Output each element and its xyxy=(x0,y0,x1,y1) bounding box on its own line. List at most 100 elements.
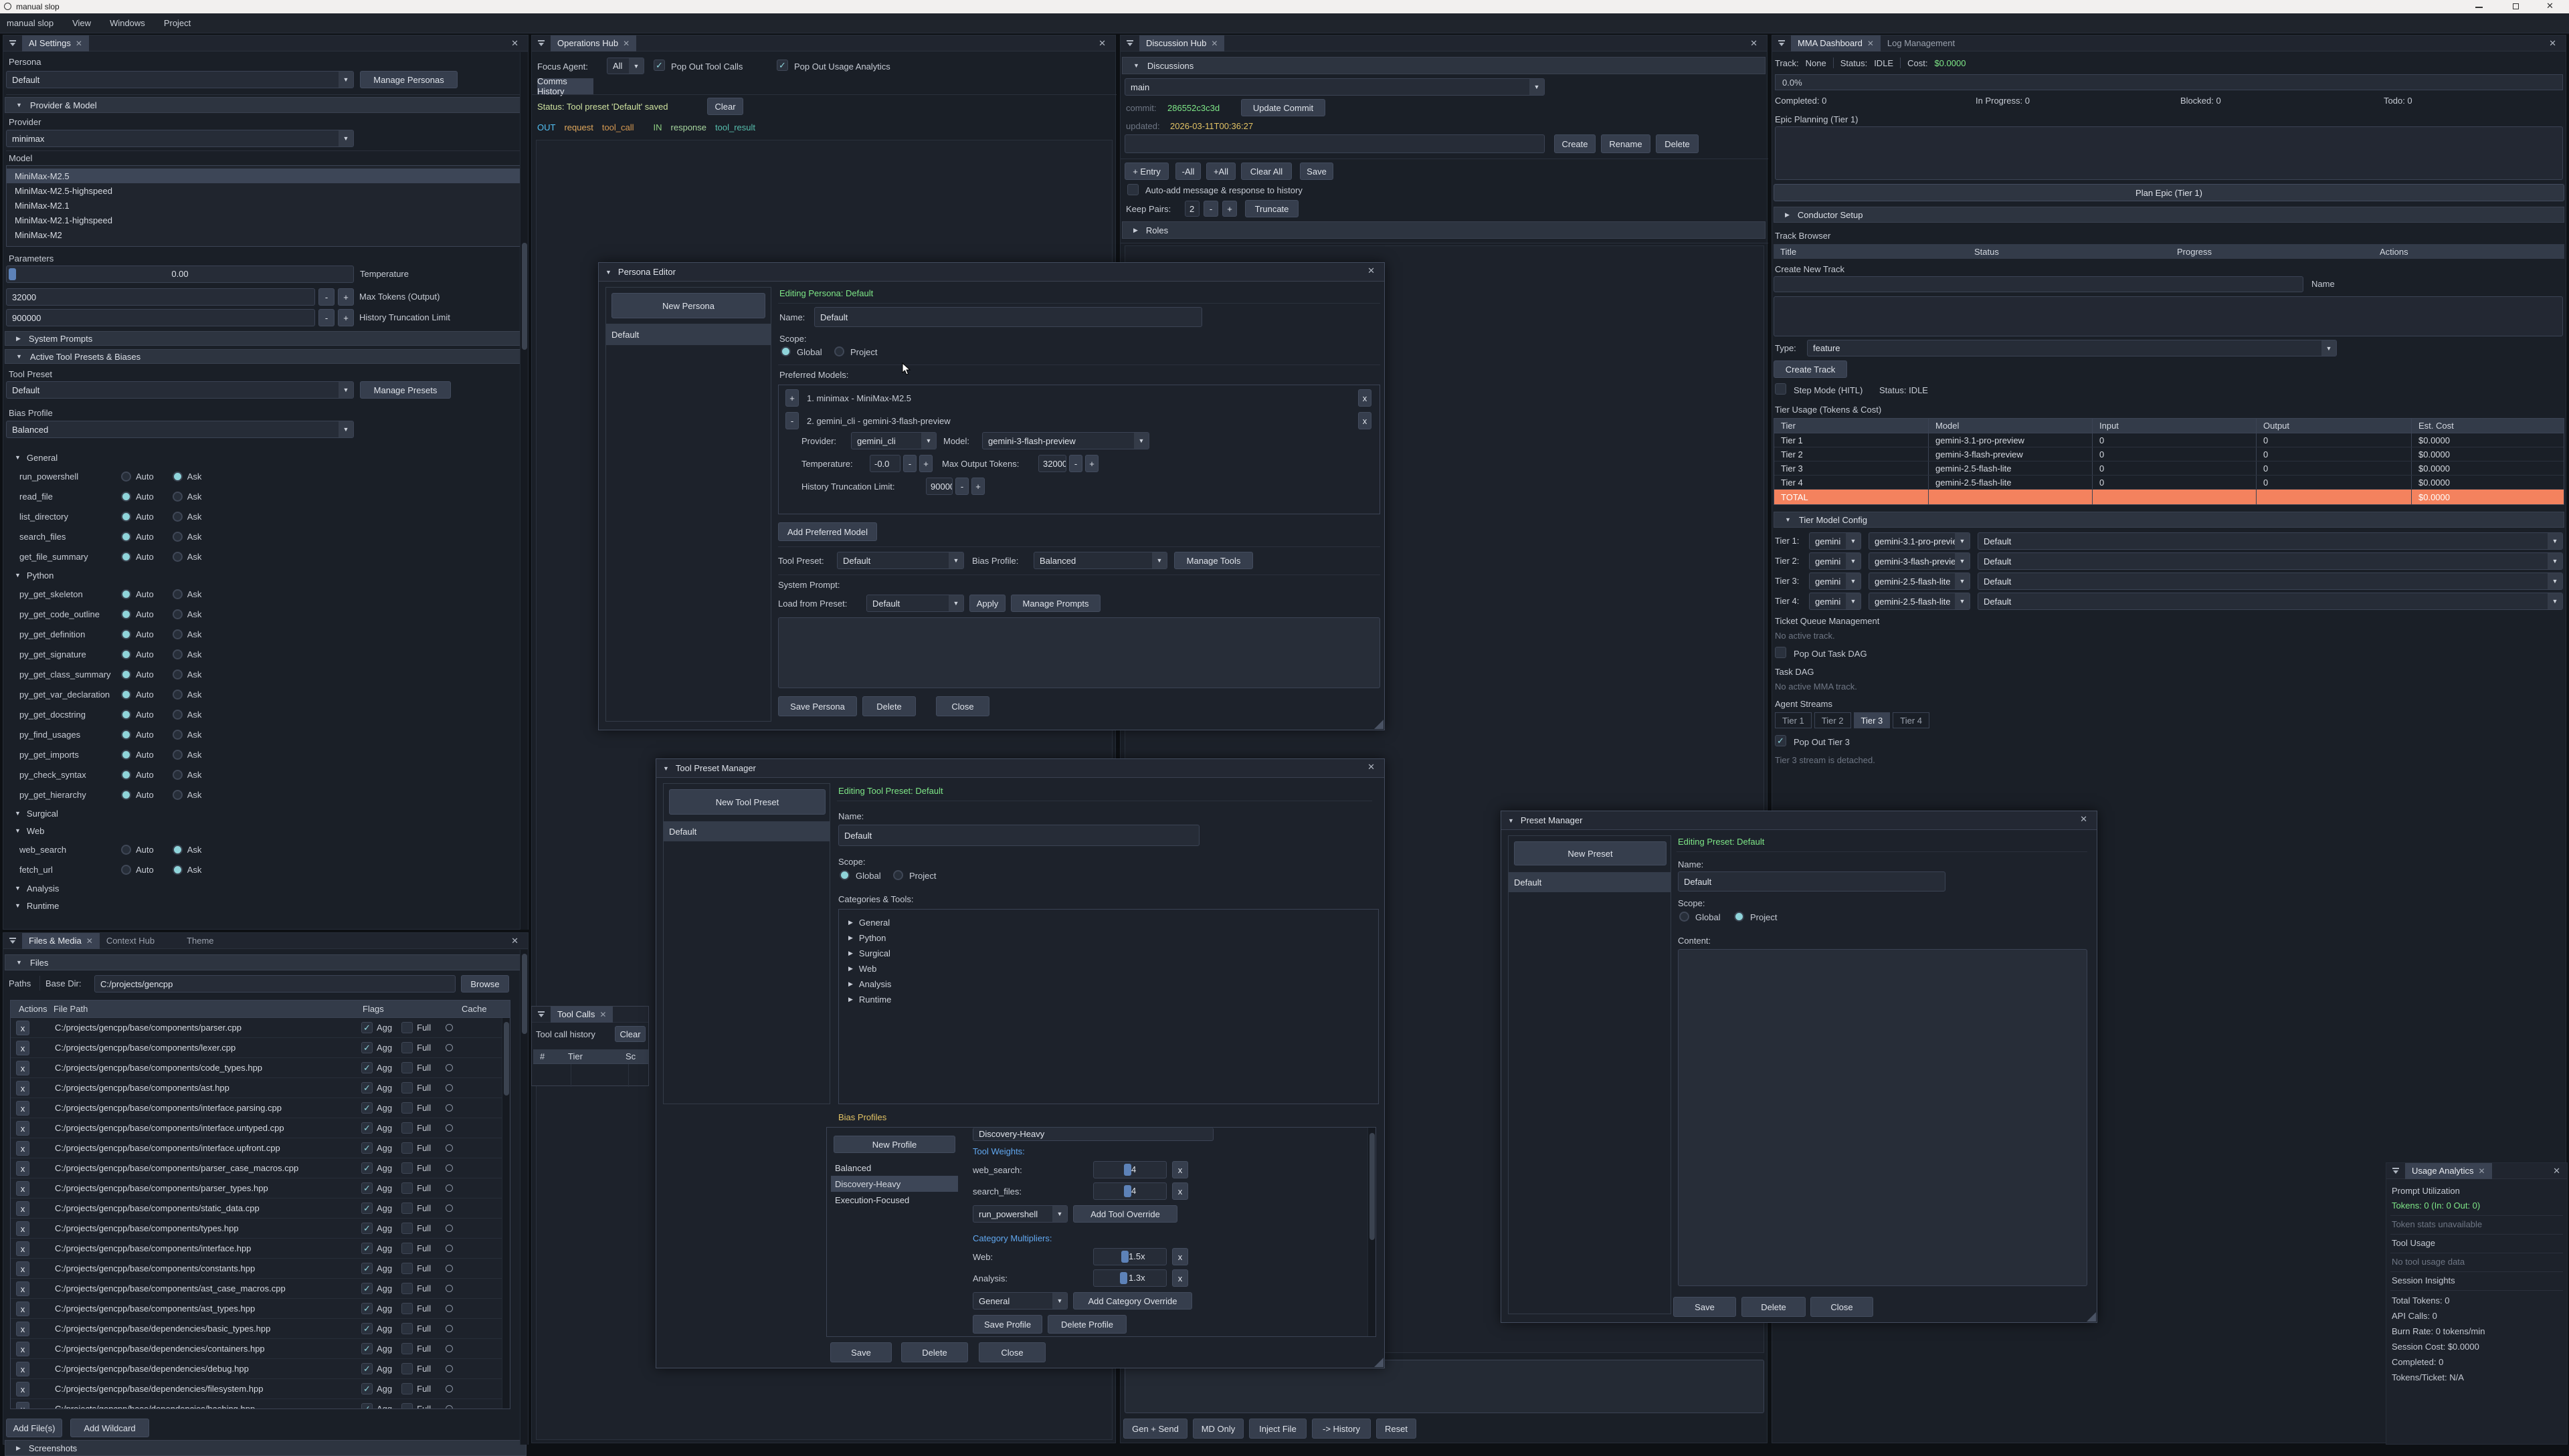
pe-temperature-input[interactable]: -0.0 xyxy=(870,455,900,472)
auto-radio[interactable] xyxy=(121,589,131,599)
tpm-delete-button[interactable]: Delete xyxy=(901,1342,968,1362)
tier-provider-select[interactable]: gemini▼ xyxy=(1809,552,1861,570)
manage-prompts-button[interactable]: Manage Prompts xyxy=(1011,595,1101,612)
pop-task-dag-checkbox[interactable]: ✓ xyxy=(1775,647,1786,658)
pe-max-plus-button[interactable]: + xyxy=(1085,455,1099,472)
minus-all-button[interactable]: -All xyxy=(1175,163,1201,180)
remove-file-button[interactable]: x xyxy=(16,1161,29,1176)
system-prompt-textarea[interactable] xyxy=(778,617,1380,688)
category-override-select[interactable]: General▼ xyxy=(973,1292,1068,1310)
tpm-project-radio[interactable] xyxy=(893,870,903,880)
tab-theme[interactable]: Theme xyxy=(180,933,220,949)
tab-close-icon[interactable]: ✕ xyxy=(86,936,93,946)
scope-global-radio[interactable] xyxy=(781,346,791,356)
remove-file-button[interactable]: x xyxy=(16,1342,29,1356)
agg-checkbox[interactable]: ✓ xyxy=(361,1062,373,1073)
tool-category-row[interactable]: ▼ Surgical xyxy=(3,805,518,822)
remove-file-button[interactable]: x xyxy=(16,1101,29,1116)
full-checkbox[interactable]: ✓ xyxy=(401,1042,413,1053)
agg-checkbox[interactable]: ✓ xyxy=(361,1102,373,1114)
dock-menu-icon[interactable] xyxy=(9,39,18,47)
tier-provider-select[interactable]: gemini▼ xyxy=(1809,573,1861,590)
focus-agent-select[interactable]: All▼ xyxy=(607,58,644,74)
tool-override-select[interactable]: run_powershell▼ xyxy=(973,1205,1068,1223)
remove-file-button[interactable]: x xyxy=(16,1061,29,1075)
update-commit-button[interactable]: Update Commit xyxy=(1241,99,1325,116)
model-option[interactable]: MiniMax-M2 xyxy=(7,227,523,242)
tool-category-row[interactable]: ▼ Analysis xyxy=(3,879,518,897)
full-checkbox[interactable]: ✓ xyxy=(401,1303,413,1314)
pm-name-input[interactable]: Default xyxy=(1678,871,1945,892)
auto-add-checkbox[interactable]: ✓ xyxy=(1127,184,1139,195)
remove-file-button[interactable]: x xyxy=(16,1181,29,1196)
profile-name-input-clipped[interactable]: Discovery-Heavy xyxy=(973,1128,1214,1141)
save-discussion-button[interactable]: Save xyxy=(1300,163,1333,180)
dock-menu-icon[interactable] xyxy=(1778,39,1787,47)
add-category-override-button[interactable]: Add Category Override xyxy=(1073,1292,1192,1310)
panel-close-icon[interactable]: ✕ xyxy=(1750,38,1757,49)
tpm-close-button[interactable]: Close xyxy=(979,1342,1046,1362)
full-checkbox[interactable]: ✓ xyxy=(401,1343,413,1354)
files-table-scrollbar[interactable] xyxy=(502,1018,510,1409)
panel-close-icon[interactable]: ✕ xyxy=(2549,38,2556,49)
bias-profile-item[interactable]: Balanced xyxy=(831,1160,958,1176)
pe-history-input[interactable]: 900000 xyxy=(926,478,953,495)
full-checkbox[interactable]: ✓ xyxy=(401,1363,413,1374)
ask-radio[interactable] xyxy=(173,552,183,562)
agg-checkbox[interactable]: ✓ xyxy=(361,1203,373,1214)
full-checkbox[interactable]: ✓ xyxy=(401,1283,413,1294)
auto-radio[interactable] xyxy=(121,845,131,855)
pm-project-radio[interactable] xyxy=(1734,912,1744,922)
pm-content-textarea[interactable] xyxy=(1678,949,2087,1286)
new-preset-button[interactable]: New Preset xyxy=(1514,841,1667,865)
pm-save-button[interactable]: Save xyxy=(1673,1297,1736,1317)
screenshots-header[interactable]: ▶ Screenshots xyxy=(5,1440,527,1456)
manage-personas-button[interactable]: Manage Personas xyxy=(360,71,458,88)
full-checkbox[interactable]: ✓ xyxy=(401,1102,413,1114)
full-checkbox[interactable]: ✓ xyxy=(401,1182,413,1194)
history-limit-minus-button[interactable]: - xyxy=(318,309,335,326)
move-down-button[interactable]: - xyxy=(785,412,799,429)
category-tree-row[interactable]: ▶ Surgical xyxy=(839,946,1378,961)
discussion-name-input[interactable] xyxy=(1125,134,1545,153)
remove-file-button[interactable]: x xyxy=(16,1281,29,1296)
agg-checkbox[interactable]: ✓ xyxy=(361,1122,373,1134)
ask-radio[interactable] xyxy=(173,770,183,780)
remove-file-button[interactable]: x xyxy=(16,1241,29,1256)
remove-file-button[interactable]: x xyxy=(16,1041,29,1055)
tab-close-icon[interactable]: ✕ xyxy=(76,39,82,48)
auto-radio[interactable] xyxy=(121,649,131,659)
remove-file-button[interactable]: x xyxy=(16,1322,29,1336)
max-tokens-minus-button[interactable]: - xyxy=(318,288,335,306)
plus-all-button[interactable]: +All xyxy=(1206,163,1236,180)
track-description-textarea[interactable] xyxy=(1774,296,2563,336)
pe-temp-plus-button[interactable]: + xyxy=(919,455,933,472)
rename-discussion-button[interactable]: Rename xyxy=(1601,134,1650,153)
tab-log-management[interactable]: Log Management xyxy=(1881,35,1962,51)
agg-checkbox[interactable]: ✓ xyxy=(361,1363,373,1374)
remove-file-button[interactable]: x xyxy=(16,1382,29,1396)
ask-radio[interactable] xyxy=(173,589,183,599)
remove-file-button[interactable]: x xyxy=(16,1261,29,1276)
clear-all-button[interactable]: Clear All xyxy=(1241,163,1292,180)
ask-radio[interactable] xyxy=(173,790,183,800)
add-tool-override-button[interactable]: Add Tool Override xyxy=(1073,1205,1177,1223)
agg-checkbox[interactable]: ✓ xyxy=(361,1142,373,1154)
category-tree-row[interactable]: ▶ Web xyxy=(839,961,1378,976)
category-tree-row[interactable]: ▶ Python xyxy=(839,930,1378,946)
tier-provider-select[interactable]: gemini▼ xyxy=(1809,593,1861,610)
remove-weight-button[interactable]: x xyxy=(1172,1182,1188,1200)
remove-model-button[interactable]: x xyxy=(1358,389,1371,407)
full-checkbox[interactable]: ✓ xyxy=(401,1403,413,1409)
tool-preset-list-item[interactable]: Default xyxy=(664,821,830,841)
discussion-select[interactable]: main▼ xyxy=(1125,78,1545,96)
tab-close-icon[interactable]: ✕ xyxy=(2479,1166,2485,1176)
truncate-button[interactable]: Truncate xyxy=(1245,200,1299,217)
add-files-button[interactable]: Add File(s) xyxy=(6,1419,62,1437)
keep-pairs-input[interactable]: 2 xyxy=(1185,201,1200,217)
slider-thumb[interactable] xyxy=(1121,1251,1129,1263)
resize-grip[interactable] xyxy=(1374,720,1384,729)
pm-delete-button[interactable]: Delete xyxy=(1741,1297,1806,1317)
pm-global-radio[interactable] xyxy=(1679,912,1689,922)
remove-file-button[interactable]: x xyxy=(16,1302,29,1316)
